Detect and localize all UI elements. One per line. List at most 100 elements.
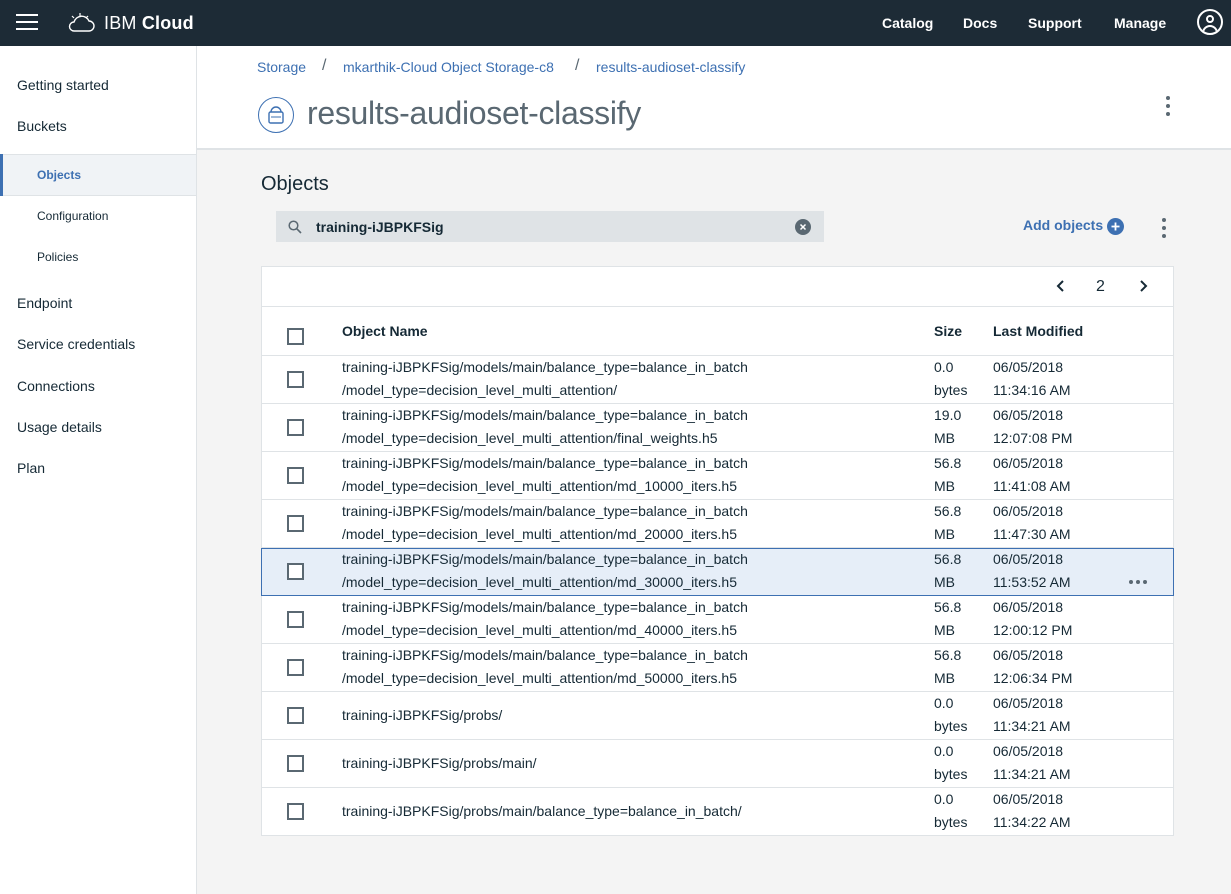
object-name-line-2[interactable]: /model_type=decision_level_multi_attenti… [342, 379, 617, 402]
brand-prefix: IBM [104, 12, 137, 33]
column-header-modified[interactable]: Last Modified [993, 323, 1083, 339]
column-header-size[interactable]: Size [934, 323, 962, 339]
object-modified-date: 06/05/2018 [993, 743, 1064, 759]
select-all-checkbox[interactable] [287, 328, 304, 345]
column-header-name[interactable]: Object Name [342, 323, 428, 339]
sidebar-active-indicator [0, 154, 3, 196]
object-size-unit: MB [934, 526, 955, 542]
previous-page-icon[interactable] [1054, 279, 1068, 293]
object-size-unit: MB [934, 622, 955, 638]
object-modified-time: 12:07:08 PM [993, 430, 1073, 446]
table-row[interactable]: training-iJBPKFSig/models/main/balance_t… [262, 644, 1173, 692]
object-size-unit: bytes [934, 766, 968, 782]
object-modified-time: 11:34:21 AM [993, 766, 1071, 782]
sidebar-item-policies[interactable]: Policies [37, 250, 78, 264]
table-row[interactable]: training-iJBPKFSig/models/main/balance_t… [262, 596, 1173, 644]
object-size-value: 0.0 [934, 359, 954, 375]
object-name[interactable]: training-iJBPKFSig/probs/main/ [342, 752, 537, 775]
object-size-value: 56.8 [934, 551, 962, 567]
breadcrumb-service[interactable]: mkarthik-Cloud Object Storage-c8 [343, 59, 554, 75]
row-checkbox[interactable] [287, 515, 304, 532]
nav-docs[interactable]: Docs [963, 0, 997, 46]
table-row[interactable]: training-iJBPKFSig/models/main/balance_t… [262, 356, 1173, 404]
object-size-unit: bytes [934, 814, 968, 830]
object-modified-time: 11:53:52 AM [993, 574, 1071, 590]
table-row[interactable]: training-iJBPKFSig/models/main/balance_t… [261, 548, 1174, 596]
sidebar-item-plan[interactable]: Plan [17, 460, 45, 476]
object-name-line-2[interactable]: /model_type=decision_level_multi_attenti… [342, 523, 737, 546]
add-objects-button[interactable]: Add objects [1023, 217, 1103, 233]
hamburger-menu-icon[interactable] [16, 14, 38, 32]
object-name[interactable]: training-iJBPKFSig/probs/ [342, 704, 502, 727]
search-input[interactable] [316, 211, 786, 242]
row-checkbox[interactable] [287, 371, 304, 388]
row-checkbox[interactable] [287, 707, 304, 724]
object-name-line-1[interactable]: training-iJBPKFSig/models/main/balance_t… [342, 404, 748, 427]
objects-overflow-menu-icon[interactable] [1161, 218, 1167, 242]
object-size-unit: MB [934, 670, 955, 686]
sidebar-item-objects[interactable]: Objects [37, 168, 81, 182]
object-name-line-1[interactable]: training-iJBPKFSig/models/main/balance_t… [342, 356, 748, 379]
object-name[interactable]: training-iJBPKFSig/probs/main/balance_ty… [342, 800, 742, 823]
object-name-line-1[interactable]: training-iJBPKFSig/models/main/balance_t… [342, 452, 748, 475]
table-row[interactable]: training-iJBPKFSig/models/main/balance_t… [262, 500, 1173, 548]
sidebar-item-service-credentials[interactable]: Service credentials [17, 336, 135, 352]
nav-support[interactable]: Support [1028, 0, 1082, 46]
object-modified-date: 06/05/2018 [993, 407, 1064, 423]
sidebar-item-endpoint[interactable]: Endpoint [17, 295, 72, 311]
object-modified-date: 06/05/2018 [993, 647, 1064, 663]
sidebar: Getting started Buckets Objects Configur… [0, 46, 197, 894]
next-page-icon[interactable] [1136, 279, 1150, 293]
top-bar: IBM Cloud Catalog Docs Support Manage [0, 0, 1231, 46]
brand-name: Cloud [141, 12, 194, 33]
object-name-line-1[interactable]: training-iJBPKFSig/models/main/balance_t… [342, 500, 748, 523]
object-modified-date: 06/05/2018 [993, 503, 1064, 519]
object-name-line-2[interactable]: /model_type=decision_level_multi_attenti… [342, 571, 737, 594]
nav-manage[interactable]: Manage [1114, 0, 1166, 46]
bucket-overflow-menu-icon[interactable] [1165, 96, 1171, 120]
add-circle-icon[interactable] [1107, 218, 1124, 235]
clear-search-icon[interactable] [795, 219, 811, 235]
sidebar-item-buckets[interactable]: Buckets [17, 118, 67, 134]
breadcrumb-bucket[interactable]: results-audioset-classify [596, 59, 745, 75]
breadcrumb-separator: / [575, 57, 580, 74]
object-size-unit: MB [934, 478, 955, 494]
table-row[interactable]: training-iJBPKFSig/probs/main/balance_ty… [262, 788, 1173, 836]
table-row[interactable]: training-iJBPKFSig/probs/main/0.0 bytes 06… [262, 740, 1173, 788]
row-checkbox[interactable] [287, 467, 304, 484]
object-size-unit: MB [934, 430, 955, 446]
user-avatar-icon[interactable] [1197, 9, 1223, 35]
nav-catalog[interactable]: Catalog [882, 0, 933, 46]
sidebar-item-configuration[interactable]: Configuration [37, 209, 108, 223]
object-size-value: 19.0 [934, 407, 962, 423]
row-checkbox[interactable] [287, 803, 304, 820]
sidebar-item-connections[interactable]: Connections [17, 378, 95, 394]
breadcrumb-storage[interactable]: Storage [257, 59, 306, 75]
page-title: results-audioset-classify [307, 95, 641, 131]
object-size-value: 0.0 [934, 743, 954, 759]
ibm-cloud-logo[interactable]: IBM Cloud [66, 10, 194, 36]
object-modified-date: 06/05/2018 [993, 359, 1064, 375]
table-row[interactable]: training-iJBPKFSig/models/main/balance_t… [262, 404, 1173, 452]
row-overflow-menu-icon[interactable] [1129, 571, 1151, 584]
object-name-line-1[interactable]: training-iJBPKFSig/models/main/balance_t… [342, 596, 748, 619]
sidebar-item-getting-started[interactable]: Getting started [17, 77, 109, 93]
object-name-line-1[interactable]: training-iJBPKFSig/models/main/balance_t… [342, 644, 748, 667]
row-checkbox[interactable] [287, 563, 304, 580]
object-name-line-2[interactable]: /model_type=decision_level_multi_attenti… [342, 475, 737, 498]
sidebar-item-usage-details[interactable]: Usage details [17, 419, 102, 435]
row-checkbox[interactable] [287, 419, 304, 436]
row-checkbox[interactable] [287, 755, 304, 772]
object-size-value: 0.0 [934, 791, 954, 807]
object-name-line-2[interactable]: /model_type=decision_level_multi_attenti… [342, 619, 737, 642]
object-name-line-2[interactable]: /model_type=decision_level_multi_attenti… [342, 427, 718, 450]
table-row[interactable]: training-iJBPKFSig/models/main/balance_t… [262, 452, 1173, 500]
row-checkbox[interactable] [287, 659, 304, 676]
table-row[interactable]: training-iJBPKFSig/probs/0.0 bytes 06/05/2… [262, 692, 1173, 740]
object-name-line-1[interactable]: training-iJBPKFSig/models/main/balance_t… [342, 548, 748, 571]
row-checkbox[interactable] [287, 611, 304, 628]
page-number[interactable]: 2 [1096, 278, 1105, 296]
page-header: Storage / mkarthik-Cloud Object Storage-… [197, 46, 1231, 150]
object-name-line-2[interactable]: /model_type=decision_level_multi_attenti… [342, 667, 737, 690]
object-modified-time: 11:34:16 AM [993, 382, 1071, 398]
